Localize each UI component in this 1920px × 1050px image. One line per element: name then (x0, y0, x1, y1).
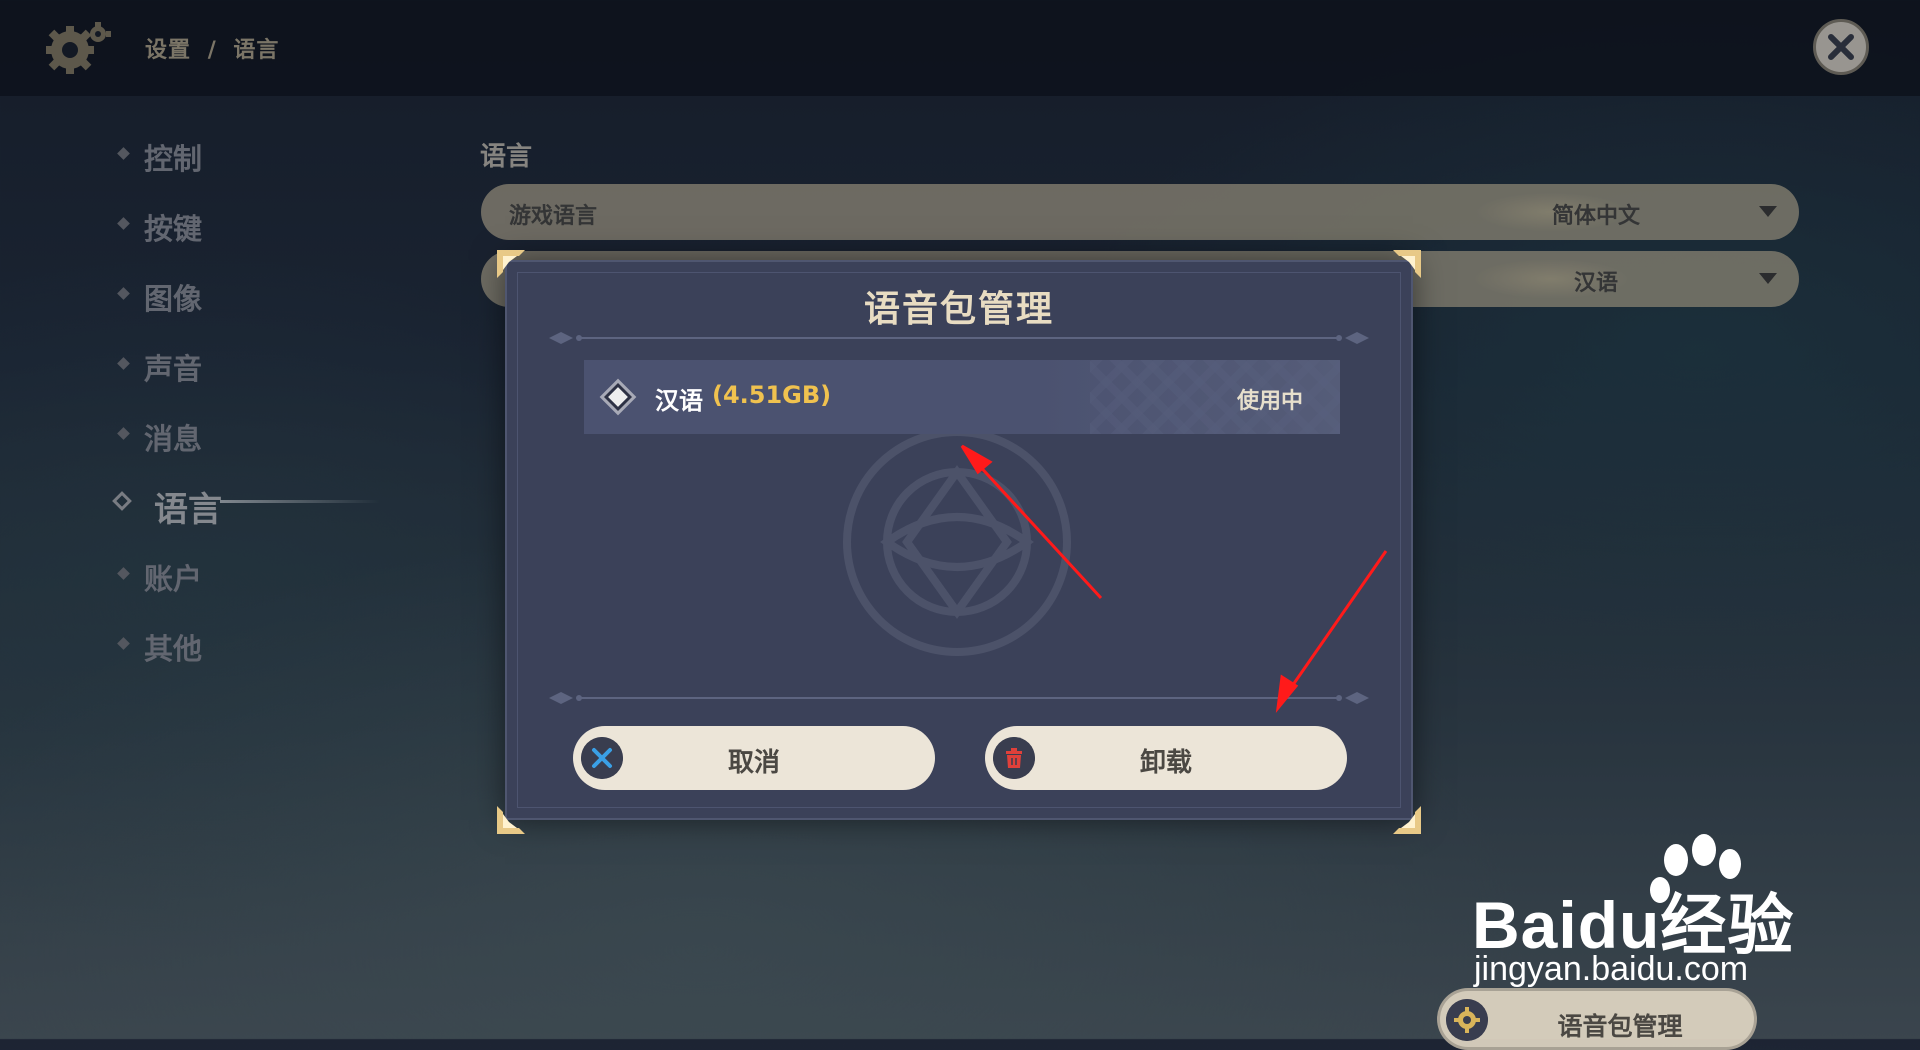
corner-ornament-icon (497, 250, 525, 278)
divider-bottom (549, 692, 1369, 704)
uninstall-button[interactable]: 卸载 (985, 726, 1347, 790)
emblem-icon (843, 428, 1071, 656)
cancel-label: 取消 (727, 748, 780, 778)
cancel-button[interactable]: 取消 (573, 726, 935, 790)
uninstall-label: 卸载 (1139, 748, 1192, 778)
voice-pack-item[interactable]: 汉语 (4.51GB) 使用中 (584, 360, 1340, 434)
corner-ornament-icon (1393, 806, 1421, 834)
baidu-watermark: Baidu经验 jingyan.baidu.com (1472, 832, 1832, 992)
gear-icon (1446, 999, 1488, 1041)
divider-top (549, 332, 1369, 344)
corner-ornament-icon (1393, 250, 1421, 278)
voice-pack-manage-button[interactable]: 语音包管理 (1437, 988, 1757, 1050)
selected-diamond-icon (599, 378, 637, 416)
dialog-title: 语音包管理 (863, 289, 1054, 330)
pack-name: 汉语 (655, 387, 703, 415)
pack-status: 使用中 (1236, 389, 1303, 414)
corner-ornament-icon (497, 806, 525, 834)
voice-pack-manage-label: 语音包管理 (1557, 1012, 1683, 1041)
baidu-url: jingyan.baidu.com (1474, 950, 1749, 988)
voice-pack-dialog: 语音包管理 汉语 (4.51GB) 使用中 取消 卸载 (505, 260, 1413, 820)
pack-size: (4.51GB) (712, 381, 832, 409)
